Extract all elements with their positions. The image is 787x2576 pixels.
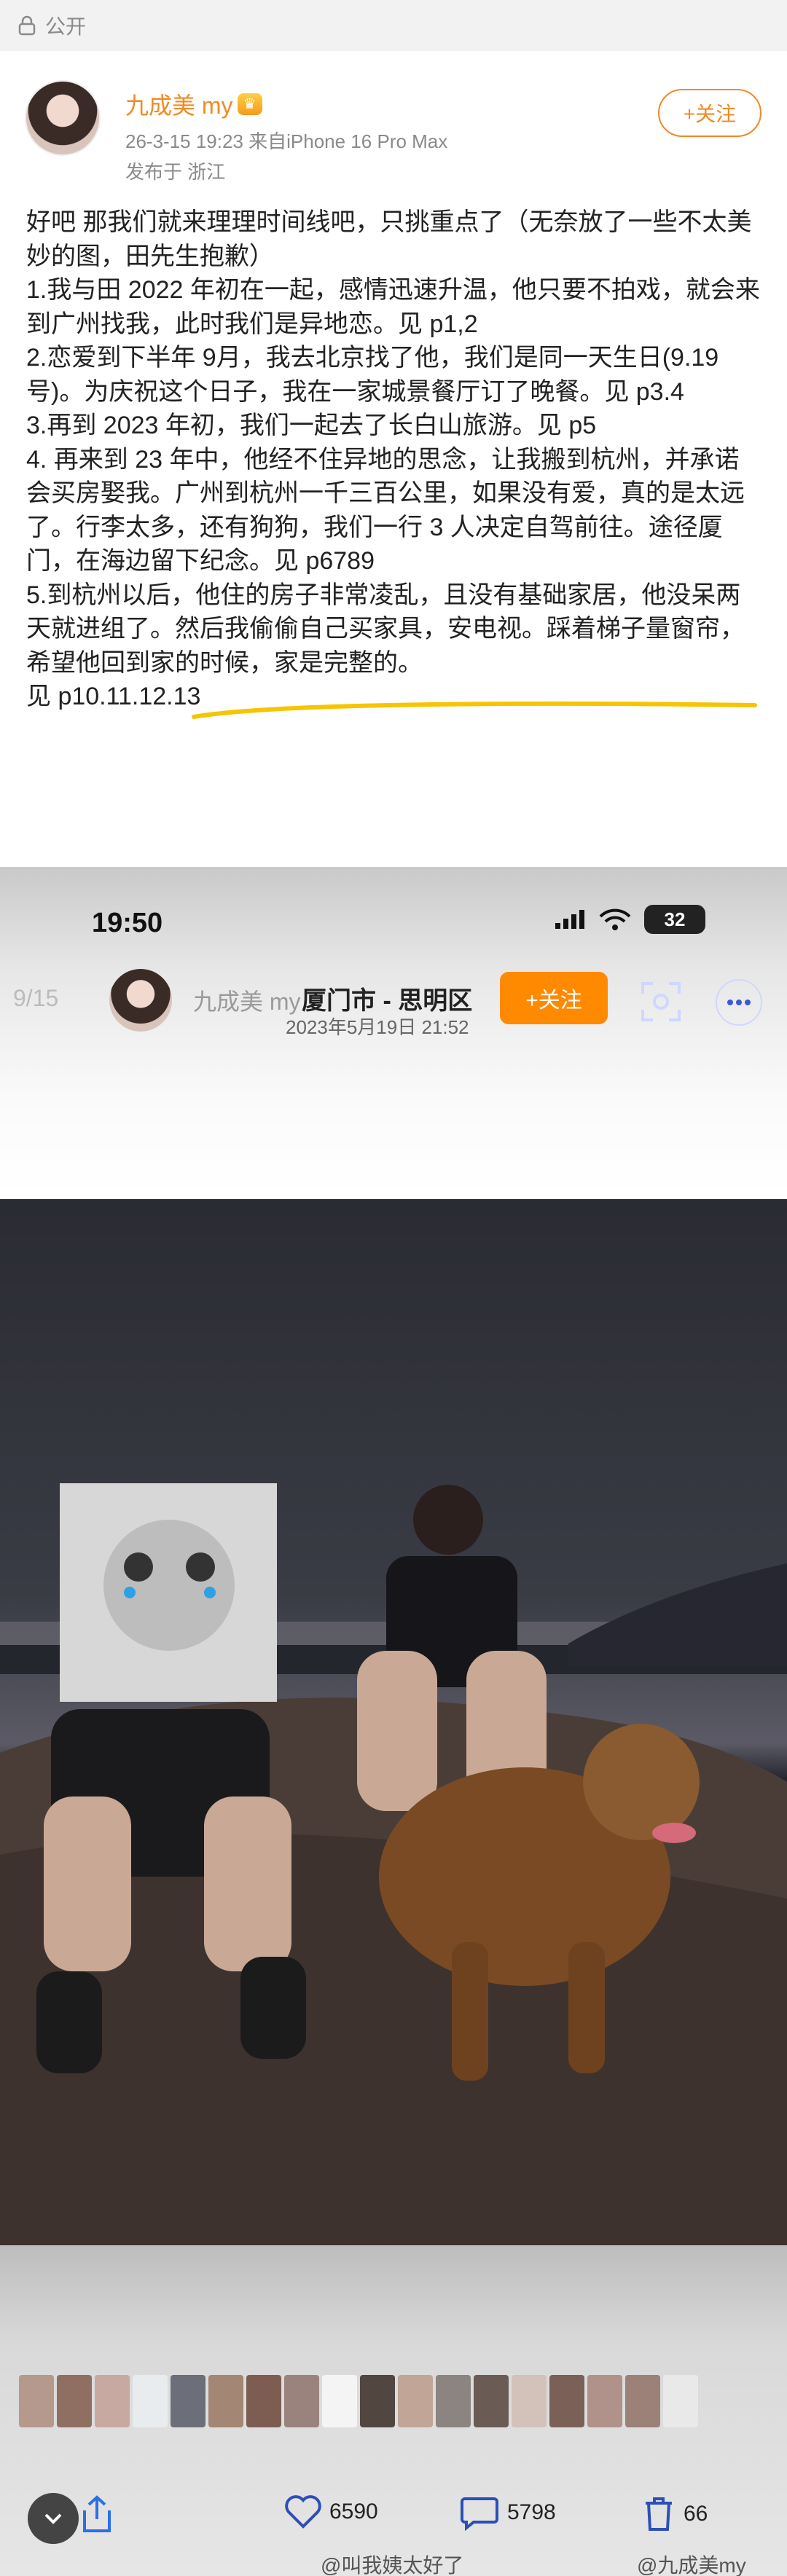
follow-button[interactable]: +关注 <box>658 89 761 137</box>
thumbnail[interactable] <box>512 2375 547 2427</box>
avatar[interactable] <box>109 969 172 1032</box>
watermark-right: @九成美my <box>637 2554 746 2576</box>
like-button[interactable]: 6590 <box>284 2494 378 2529</box>
wifi-icon <box>599 908 631 930</box>
thumbnail[interactable] <box>398 2375 433 2427</box>
post-line: 5.到杭州以后，他住的房子非常凌乱，且没有基础家居，他没呆两天就进组了。然后我偷… <box>26 581 745 677</box>
lock-icon <box>18 15 36 36</box>
author-name[interactable]: 九成美 my <box>193 983 301 1017</box>
thumbnail[interactable] <box>284 2375 319 2427</box>
post-line: 2.恋爱到下半年 9月，我去北京找了他，我们是同一天生日(9.19号)。为庆祝这… <box>26 344 719 406</box>
post-meta: 26-3-15 19:23 来自iPhone 16 Pro Max <box>125 130 448 152</box>
author-name-text: 九成美 my <box>125 93 233 119</box>
post-line: 好吧 那我们就来理理时间线吧，只挑重点了（无奈放了一些不太美妙的图，田先生抱歉） <box>26 208 752 270</box>
repost-button[interactable]: 66 <box>641 2494 708 2534</box>
author-header: 九成美 my ♛ 26-3-15 19:23 来自iPhone 16 Pro M… <box>0 51 787 197</box>
share-icon <box>83 2495 111 2532</box>
screenshot-footer: 6590 5798 66 @叫我姨太好了 @九成美my <box>0 2245 787 2576</box>
share-button[interactable] <box>79 2494 115 2535</box>
thumbnail[interactable] <box>133 2375 168 2427</box>
thumbnail[interactable] <box>587 2375 622 2427</box>
highlight-stroke <box>192 701 757 719</box>
watermark-left: @叫我姨太好了 <box>321 2554 464 2576</box>
comment-icon <box>461 2497 498 2531</box>
post-body: 好吧 那我们就来理理时间线吧，只挑重点了（无奈放了一些不太美妙的图，田先生抱歉）… <box>26 205 762 714</box>
thumbnail[interactable] <box>95 2375 130 2427</box>
heart-icon <box>285 2495 321 2529</box>
scan-icon[interactable] <box>640 981 682 1023</box>
battery-icon: 32 <box>644 905 705 934</box>
thumbnail[interactable] <box>246 2375 281 2427</box>
status-icons: 32 <box>554 905 705 934</box>
screenshot-header: 19:50 32 9/15 九成美 my 厦门市 - 思明区 2023年5月19… <box>0 867 787 1195</box>
signal-icon <box>555 910 584 929</box>
trash-icon <box>646 2497 672 2531</box>
comment-button[interactable]: 5798 <box>459 2494 556 2531</box>
post-line: 4. 再来到 23 年中，他经不住异地的思念，让我搬到杭州，并承诺会买房娶我。广… <box>26 445 745 576</box>
thumbnail[interactable] <box>663 2375 698 2427</box>
chevron-down-icon <box>44 2513 62 2524</box>
thumbnail-strip[interactable] <box>19 2375 698 2427</box>
action-bar: 6590 5798 66 <box>0 2489 787 2547</box>
thumbnail[interactable] <box>322 2375 357 2427</box>
embedded-screenshot[interactable]: 19:50 32 9/15 九成美 my 厦门市 - 思明区 2023年5月19… <box>0 867 787 2576</box>
thumbnail[interactable] <box>57 2375 92 2427</box>
thumbnail[interactable] <box>436 2375 471 2427</box>
collapse-button[interactable] <box>28 2493 79 2544</box>
thumbnail[interactable] <box>625 2375 660 2427</box>
repost-count: 66 <box>684 2502 708 2526</box>
thumbnail[interactable] <box>208 2375 243 2427</box>
follow-button[interactable]: +关注 <box>500 972 608 1024</box>
post-location: 发布于 浙江 <box>125 161 226 183</box>
like-count: 6590 <box>329 2500 378 2524</box>
comment-count: 5798 <box>507 2500 556 2524</box>
location-title: 厦门市 - 思明区 <box>302 987 473 1015</box>
post-line: 1.我与田 2022 年初在一起，感情迅速升温，他只要不拍戏，就会来到广州找我，… <box>26 276 760 338</box>
visibility-label: 公开 <box>45 15 87 38</box>
status-time: 19:50 <box>92 908 163 938</box>
thumbnail[interactable] <box>549 2375 584 2427</box>
avatar[interactable] <box>25 80 101 156</box>
author-name[interactable]: 九成美 my ♛ <box>125 87 262 121</box>
page-counter: 9/15 <box>13 985 59 1011</box>
more-icon[interactable] <box>716 979 762 1026</box>
visibility-bar: 公开 <box>0 0 787 51</box>
location-date: 2023年5月19日 21:52 <box>286 1016 469 1038</box>
thumbnail[interactable] <box>19 2375 54 2427</box>
thumbnail[interactable] <box>474 2375 509 2427</box>
thumbnail[interactable] <box>171 2375 205 2427</box>
crown-icon: ♛ <box>237 93 262 115</box>
post-line: 3.再到 2023 年初，我们一起去了长白山旅游。见 p5 <box>26 412 597 439</box>
beach-photo <box>0 1199 787 2245</box>
thumbnail[interactable] <box>360 2375 395 2427</box>
